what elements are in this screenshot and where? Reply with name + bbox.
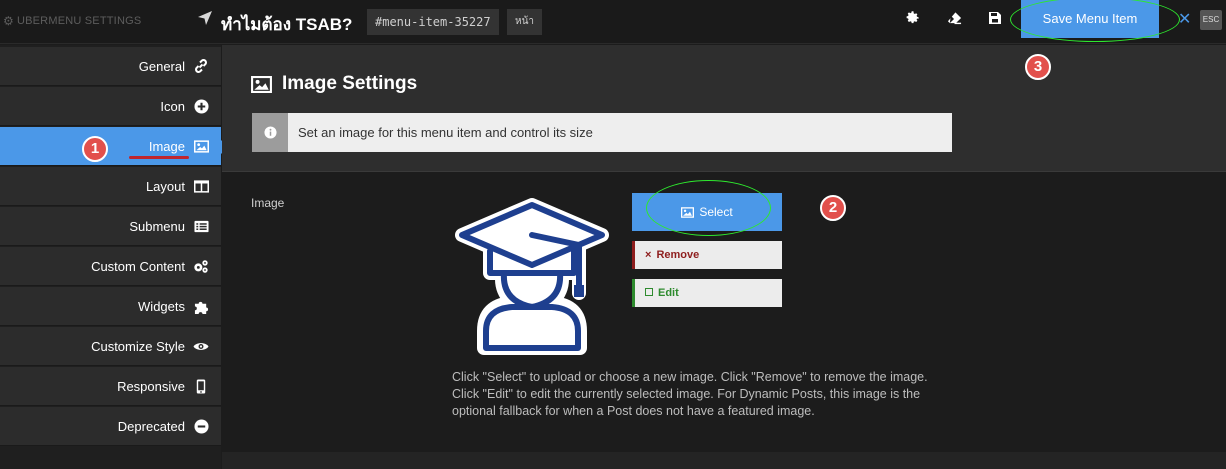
image-icon [251,75,272,93]
section-title-text: Image Settings [282,73,418,94]
menu-item-type-chip: หน้า [507,9,543,35]
sidebar-item-label: Layout [145,178,185,194]
times-icon: × [645,249,652,261]
minus-circle-icon [193,418,209,434]
sidebar-item-custom-content[interactable]: Custom Content [0,247,221,286]
sidebar-item-icon[interactable]: Icon [0,87,221,126]
sidebar-item-label: Responsive [117,378,185,394]
sidebar-item-label: Widgets [138,298,185,314]
sidebar-item-layout[interactable]: Layout [0,167,221,206]
annotation-ellipse-select [646,180,771,236]
save-disk-icon[interactable] [984,8,1006,28]
gears-icon [193,258,209,274]
bottom-strip [222,452,1226,469]
sidebar-item-label: General [138,58,185,74]
close-icon[interactable]: ✕ [1178,9,1191,29]
remove-label: Remove [656,249,700,261]
location-arrow-icon [198,11,212,25]
info-text: Set an image for this menu item and cont… [298,125,593,140]
annotation-badge-2: 2 [820,195,846,221]
sidebar-item-label: Icon [160,98,185,114]
section-title: Image Settings [251,73,417,95]
edit-icon [645,287,653,299]
sidebar-item-submenu[interactable]: Submenu [0,207,221,246]
sidebar-item-customize-style[interactable]: Customize Style [0,327,221,366]
settings-gear-icon[interactable] [902,8,924,28]
sidebar-item-widgets[interactable]: Widgets [0,287,221,326]
image-preview [455,198,609,355]
menu-item-id-chip: #menu-item-35227 [367,9,499,35]
remove-image-button[interactable]: × Remove [632,241,782,269]
sidebar-item-label: Customize Style [91,338,185,354]
eye-icon [193,338,209,354]
sidebar-item-general[interactable]: General [0,47,221,86]
sidebar-item-deprecated[interactable]: Deprecated [0,407,221,446]
mobile-icon [193,378,209,394]
sidebar-item-responsive[interactable]: Responsive [0,367,221,406]
edit-label: Edit [658,287,679,299]
link-icon [193,58,209,74]
eraser-icon[interactable] [943,8,965,28]
annotation-badge-1: 1 [82,136,108,162]
info-notice: Set an image for this menu item and cont… [252,113,952,152]
brand-label: UBERMENU SETTINGS [16,15,142,27]
puzzle-icon [193,298,209,314]
sidebar-item-label: Image [148,138,185,154]
edit-image-button[interactable]: Edit [632,279,782,307]
annotation-underline [129,156,189,159]
sidebar: General Icon Image Layout Submenu Custom… [0,45,228,469]
image-icon [193,138,209,154]
settings-header [222,45,1226,172]
plus-circle-icon [193,98,209,114]
sidebar-item-label: Submenu [129,218,185,234]
image-field-description: Click "Select" to upload or choose a new… [452,370,928,418]
sidebar-item-label: Custom Content [91,258,185,274]
menu-item-title: ทำไมต้อง TSAB? [221,15,353,34]
list-icon [193,218,209,234]
image-field-label: Image [251,196,285,210]
esc-button[interactable]: ESC [1200,10,1222,30]
info-icon [252,113,288,152]
annotation-badge-3: 3 [1025,54,1051,80]
gear-icon: ⚙ [3,14,14,28]
columns-icon [193,178,209,194]
sidebar-item-image[interactable]: Image [0,127,228,166]
brand: ⚙ UBERMENU SETTINGS [3,14,141,28]
sidebar-item-label: Deprecated [117,418,185,434]
